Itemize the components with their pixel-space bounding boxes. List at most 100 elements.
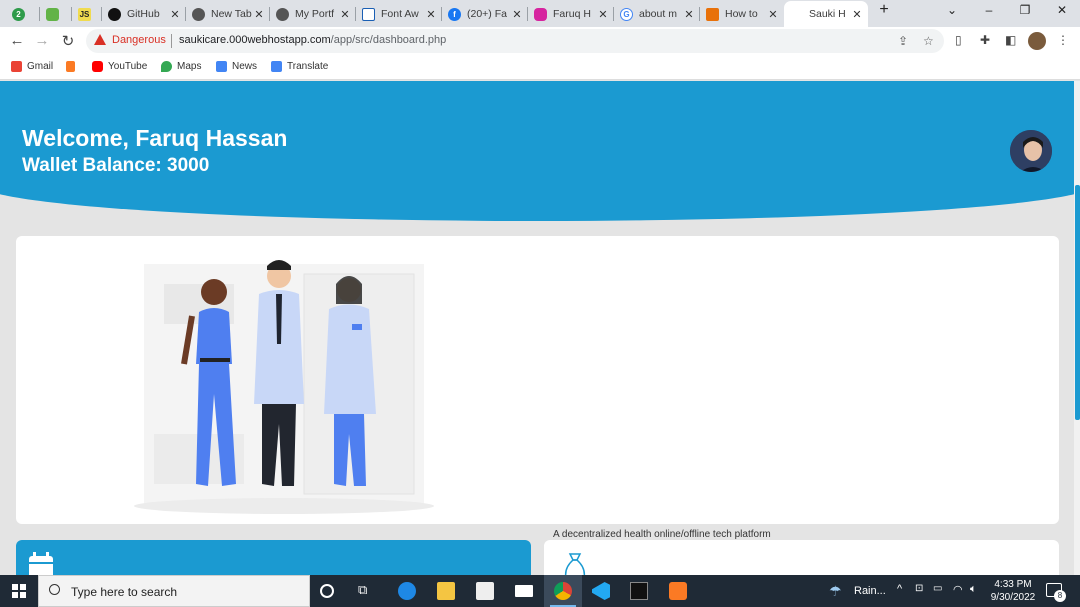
security-status[interactable]: Dangerous <box>112 34 166 46</box>
clock-time: 4:33 PM <box>994 579 1032 590</box>
warning-icon <box>94 34 106 45</box>
chrome-taskbar-active[interactable] <box>544 575 582 607</box>
tab-label: about m <box>639 8 677 20</box>
tab-new-tab[interactable]: New Tab ✕ <box>186 3 270 25</box>
tab-pinned-js[interactable]: JS <box>72 3 102 25</box>
browser-toolbar: ← → ↻ Dangerous saukicare.000webhostapp.… <box>0 27 1080 55</box>
tab-favicon-icon <box>46 7 59 21</box>
scrollbar-thumb[interactable] <box>1075 185 1080 420</box>
doctors-illustration <box>134 260 434 514</box>
new-tab-button[interactable]: + <box>872 1 896 19</box>
cortana-icon[interactable] <box>320 584 334 598</box>
bookmark-maps[interactable]: Maps <box>161 61 201 72</box>
task-view-icon[interactable]: ⧉ <box>358 582 376 600</box>
restore-button[interactable]: ❐ <box>1013 3 1037 17</box>
tab-close-icon[interactable]: ✕ <box>510 8 524 21</box>
page-content: Welcome, Faruq Hassan Wallet Balance: 30… <box>0 81 1074 575</box>
wifi-icon[interactable]: ◠ <box>953 583 963 596</box>
network-tray-icon[interactable]: ⊡ <box>915 583 923 594</box>
chevron-up-icon[interactable]: ^ <box>897 583 902 595</box>
tab-label: (20+) Fa <box>467 8 507 20</box>
globe-icon <box>192 7 205 21</box>
tab-close-icon[interactable]: ✕ <box>682 8 696 21</box>
bookmark-translate[interactable]: Translate <box>271 61 328 72</box>
tab-close-icon[interactable]: ✕ <box>850 8 864 21</box>
tab-search-chevron-icon[interactable]: ⌄ <box>940 3 964 17</box>
tab-font-awesome[interactable]: Font Aw ✕ <box>356 3 442 25</box>
tab-label: How to <box>725 8 758 20</box>
file-explorer-icon[interactable] <box>437 582 455 600</box>
weather-text[interactable]: Rain... <box>854 585 886 597</box>
tab-github[interactable]: GitHub ✕ <box>102 3 186 25</box>
close-window-button[interactable]: ✕ <box>1050 3 1074 17</box>
notification-count-badge: 8 <box>1054 590 1066 602</box>
tab-close-icon[interactable]: ✕ <box>338 8 352 21</box>
bookmark-gmail[interactable]: Gmail <box>11 61 53 72</box>
profile-avatar[interactable] <box>1028 32 1046 50</box>
side-panel-icon[interactable]: ◧ <box>1005 33 1016 47</box>
tab-close-icon[interactable]: ✕ <box>252 8 266 21</box>
bookmark-label: Translate <box>287 61 329 72</box>
tab-sauki-active[interactable]: Sauki H ✕ <box>784 1 868 27</box>
back-arrow-icon[interactable]: ← <box>8 32 26 49</box>
appointment-card[interactable] <box>16 540 531 575</box>
tab-portfolio[interactable]: My Portf ✕ <box>270 3 356 25</box>
xampp-icon[interactable] <box>669 582 687 600</box>
bookmark-news[interactable]: News <box>216 61 257 72</box>
vscode-icon[interactable] <box>592 582 610 600</box>
tab-close-icon[interactable]: ✕ <box>766 8 780 21</box>
tab-instagram[interactable]: Faruq H ✕ <box>528 3 614 25</box>
taskbar-clock[interactable]: 4:33 PM 9/30/2022 <box>985 578 1041 604</box>
clock-date: 9/30/2022 <box>990 592 1036 603</box>
tab-google[interactable]: G about m ✕ <box>614 3 700 25</box>
flag-icon <box>362 7 375 21</box>
tab-pinned-2[interactable] <box>40 3 72 25</box>
address-bar[interactable]: Dangerous saukicare.000webhostapp.com/ap… <box>86 29 944 53</box>
battery-icon[interactable]: ▭ <box>933 583 942 594</box>
minimize-button[interactable]: – <box>977 3 1001 17</box>
forward-arrow-icon[interactable]: → <box>33 32 51 49</box>
store-icon[interactable] <box>476 582 494 600</box>
weather-icon[interactable]: ☂ <box>829 583 847 599</box>
terminal-icon[interactable] <box>630 582 648 600</box>
divider <box>171 34 172 48</box>
wallet-balance: Wallet Balance: 3000 <box>22 155 210 176</box>
tab-how-to[interactable]: How to ✕ <box>700 3 784 25</box>
bookmark-xampp[interactable] <box>66 61 80 72</box>
volume-icon[interactable]: 🔈︎ <box>970 583 977 596</box>
share-icon[interactable]: ⇪ <box>898 34 908 48</box>
url-path: /app/src/dashboard.php <box>330 34 447 46</box>
tab-close-icon[interactable]: ✕ <box>168 8 182 21</box>
tab-pinned-1[interactable]: 2 <box>6 3 40 25</box>
user-avatar[interactable] <box>1008 128 1054 174</box>
bing-icon <box>706 7 719 21</box>
windows-taskbar: Type here to search ⧉ ☂ Rain... ^ ⊡ ▭ ◠ … <box>0 575 1080 607</box>
bookmark-label: News <box>232 61 258 72</box>
tab-facebook[interactable]: f (20+) Fa ✕ <box>442 3 528 25</box>
tab-close-icon[interactable]: ✕ <box>424 8 438 21</box>
calendar-icon <box>29 552 53 575</box>
github-icon <box>108 7 121 21</box>
bookmark-label: YouTube <box>108 61 148 72</box>
mail-icon[interactable] <box>515 585 533 597</box>
tab-favicon-icon <box>790 8 803 21</box>
tab-close-icon[interactable]: ✕ <box>596 8 610 21</box>
taskbar-search-box[interactable]: Type here to search <box>38 575 310 607</box>
gmail-icon <box>11 61 22 72</box>
globe-icon <box>276 7 289 21</box>
bookmark-youtube[interactable]: YouTube <box>92 61 147 72</box>
puzzle-icon[interactable]: ✚ <box>980 33 990 47</box>
reload-icon[interactable]: ↻ <box>59 32 77 50</box>
bookmark-star-icon[interactable]: ☆ <box>923 34 934 48</box>
menu-kebab-icon[interactable]: ⋮ <box>1057 33 1069 47</box>
wallet-card[interactable] <box>544 540 1059 575</box>
youtube-icon <box>92 61 103 72</box>
chrome-icon <box>554 582 572 600</box>
facebook-icon: f <box>448 7 461 21</box>
edge-icon[interactable] <box>398 582 416 600</box>
google-icon: G <box>620 7 633 21</box>
extension-icon[interactable]: ▯ <box>955 33 962 47</box>
search-placeholder: Type here to search <box>71 585 178 599</box>
url-text[interactable]: saukicare.000webhostapp.com/app/src/dash… <box>179 34 446 46</box>
windows-start-icon[interactable] <box>12 584 26 598</box>
